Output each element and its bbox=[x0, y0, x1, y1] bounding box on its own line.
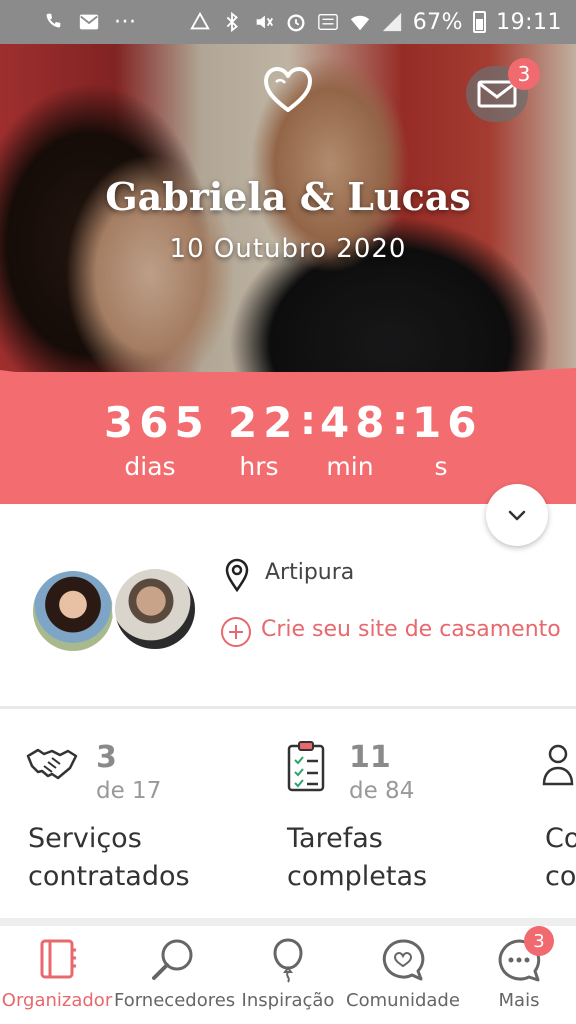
avatar-groom[interactable] bbox=[112, 566, 198, 652]
more-badge: 3 bbox=[524, 926, 554, 956]
planner-book-icon bbox=[40, 939, 76, 979]
call-notification-icon bbox=[46, 13, 61, 28]
countdown-days: 365 bbox=[104, 398, 210, 447]
status-left: ··· bbox=[42, 10, 136, 35]
stat-services-title-line2: contratados bbox=[28, 861, 190, 892]
countdown-separator: : bbox=[300, 398, 316, 444]
balloon-icon bbox=[273, 938, 303, 983]
stat-services-title-line1: Serviços bbox=[28, 823, 142, 854]
heart-icon bbox=[264, 67, 312, 112]
signal-icon bbox=[382, 12, 401, 32]
nav-community-label: Comunidade bbox=[346, 990, 460, 1011]
stat-tasks-total: de 84 bbox=[349, 778, 415, 804]
magnifier-icon bbox=[152, 939, 193, 980]
nav-inspiration-label: Inspiração bbox=[241, 990, 335, 1011]
chat-heart-icon bbox=[382, 939, 425, 981]
messages-badge: 3 bbox=[508, 58, 540, 90]
nav-organizer-label: Organizador bbox=[1, 990, 113, 1011]
more-notifications-icon: ··· bbox=[114, 9, 137, 35]
status-right: 67% 19:11 bbox=[189, 10, 562, 35]
checklist-icon bbox=[287, 741, 325, 792]
alarm-icon bbox=[287, 14, 305, 32]
stat-guests-title-line2: co bbox=[545, 861, 576, 892]
wedding-date: 10 Outubro 2020 bbox=[169, 234, 407, 264]
create-wedding-site-link[interactable]: Crie seu site de casamento bbox=[261, 617, 561, 642]
mute-icon bbox=[256, 15, 273, 29]
clock: 19:11 bbox=[496, 9, 562, 35]
nav-inspiration[interactable]: Inspiração bbox=[232, 926, 344, 1024]
section-divider bbox=[0, 706, 576, 709]
countdown-hours-label: hrs bbox=[239, 452, 279, 481]
battery-percent: 67% bbox=[412, 9, 464, 35]
guests-icon bbox=[542, 744, 574, 786]
expand-collapse-button[interactable] bbox=[486, 484, 548, 546]
countdown-seconds-label: s bbox=[434, 452, 448, 481]
hero-photo: Gabriela & Lucas 10 Outubro 2020 bbox=[0, 44, 576, 396]
countdown-days-label: dias bbox=[124, 452, 176, 481]
volte-icon bbox=[317, 13, 338, 31]
avatar-bride[interactable] bbox=[30, 568, 116, 654]
location-pin-icon bbox=[225, 558, 249, 592]
stat-tasks-title-line1: Tarefas bbox=[287, 823, 383, 854]
stat-services-total: de 17 bbox=[96, 778, 162, 804]
nav-organizer[interactable]: Organizador bbox=[0, 926, 114, 1024]
countdown-hours: 22 bbox=[228, 398, 299, 447]
bluetooth-icon bbox=[226, 11, 238, 33]
countdown-seconds: 16 bbox=[412, 398, 483, 447]
stat-tasks-title-line2: completas bbox=[287, 861, 428, 892]
countdown-separator: : bbox=[392, 398, 408, 444]
stat-services-count: 3 bbox=[96, 740, 117, 775]
battery-icon bbox=[473, 11, 487, 33]
nav-separator bbox=[0, 918, 576, 926]
email-notification-icon bbox=[79, 14, 99, 30]
stat-guests-title-line1: Co bbox=[545, 823, 576, 854]
bottom-navigation: Organizador Fornecedores Inspiração Comu… bbox=[0, 926, 576, 1024]
stat-guests-title: Co co bbox=[545, 820, 576, 896]
data-saver-icon bbox=[189, 11, 210, 30]
wifi-icon bbox=[350, 15, 369, 31]
chevron-down-icon bbox=[508, 510, 526, 521]
wedding-location[interactable]: Artipura bbox=[265, 560, 354, 585]
plus-circle-icon bbox=[221, 617, 251, 647]
stat-tasks-count: 11 bbox=[349, 740, 391, 775]
nav-community[interactable]: Comunidade bbox=[344, 926, 462, 1024]
countdown-minutes-label: min bbox=[326, 452, 374, 481]
countdown-minutes: 48 bbox=[320, 398, 391, 447]
nav-more[interactable]: 3 Mais bbox=[462, 926, 576, 1024]
nav-suppliers[interactable]: Fornecedores bbox=[114, 926, 236, 1024]
couple-name: Gabriela & Lucas bbox=[105, 174, 471, 219]
nav-suppliers-label: Fornecedores bbox=[114, 990, 236, 1011]
nav-more-label: Mais bbox=[498, 990, 540, 1011]
handshake-icon bbox=[26, 748, 78, 780]
stat-services-title: Serviços contratados bbox=[28, 820, 190, 896]
stat-tasks-title: Tarefas completas bbox=[287, 820, 427, 896]
status-bar: ··· 67% 19:11 bbox=[0, 0, 576, 44]
